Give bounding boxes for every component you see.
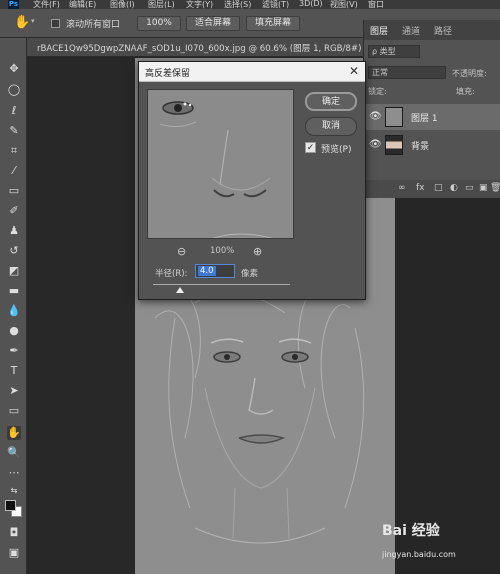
menu-filter[interactable]: 滤镜(T) xyxy=(262,0,289,9)
menu-select[interactable]: 选择(S) xyxy=(224,0,251,9)
radius-input[interactable]: 4.0 xyxy=(195,264,235,278)
foreground-color-swatch[interactable] xyxy=(5,500,16,511)
stamp-tool-icon[interactable]: ♟ xyxy=(7,224,21,238)
link-layers-icon[interactable]: ∞ xyxy=(398,183,406,193)
radius-label: 半径(R): xyxy=(155,269,188,279)
dodge-tool-icon[interactable]: ● xyxy=(7,324,21,338)
move-tool-icon[interactable]: ✥ xyxy=(7,62,21,76)
menu-type[interactable]: 文字(Y) xyxy=(186,0,213,9)
fx-icon[interactable]: fx xyxy=(416,183,425,193)
menu-view[interactable]: 视图(V) xyxy=(330,0,358,9)
close-icon[interactable]: ✕ xyxy=(349,64,359,78)
pen-tool-icon[interactable]: ✒ xyxy=(7,344,21,358)
radius-value: 4.0 xyxy=(198,266,216,276)
fill-screen-button[interactable]: 填充屏幕 xyxy=(246,16,300,31)
fit-screen-button[interactable]: 适合屏幕 xyxy=(186,16,240,31)
quick-mask-icon[interactable]: ◘ xyxy=(7,526,21,540)
chevron-down-icon[interactable]: ▾ xyxy=(31,17,35,25)
adjustment-layer-icon[interactable]: ◐ xyxy=(450,183,458,193)
menu-edit[interactable]: 编辑(E) xyxy=(69,0,96,9)
scroll-all-windows-label: 滚动所有窗口 xyxy=(66,20,121,30)
menu-window[interactable]: 窗口 xyxy=(368,0,384,9)
history-brush-tool-icon[interactable]: ↺ xyxy=(7,244,21,258)
zoom-tool-icon[interactable]: 🔍 xyxy=(7,446,21,460)
layers-footer: ∞ fx □ ◐ ▭ ▣ 🗑 xyxy=(364,180,500,198)
eraser-tool-icon[interactable]: ◩ xyxy=(7,264,21,278)
type-tool-icon[interactable]: T xyxy=(7,364,21,378)
layer-name: 背景 xyxy=(411,142,430,152)
layer-row-background[interactable]: 👁 背景 xyxy=(364,132,500,158)
baidu-jingyan-watermark: Bai 经验 jingyan.baidu.com xyxy=(382,520,492,570)
preview-face-image xyxy=(148,90,293,238)
zoom-100-button[interactable]: 100% xyxy=(137,16,181,31)
tab-layers[interactable]: 图层 xyxy=(370,24,388,37)
radius-unit: 像素 xyxy=(241,269,259,279)
gradient-tool-icon[interactable]: ▬ xyxy=(7,284,21,298)
menu-bar: Ps 文件(F) 编辑(E) 图像(I) 图层(L) 文字(Y) 选择(S) 滤… xyxy=(0,0,500,9)
menu-layer[interactable]: 图层(L) xyxy=(148,0,175,9)
eye-icon[interactable]: 👁 xyxy=(369,111,382,122)
opacity-label: 不透明度: xyxy=(452,69,487,78)
document-tab[interactable]: rBACE1Qw95DgwpZNAAF_sOD1u_I070_600x.jpg … xyxy=(27,38,368,57)
lasso-tool-icon[interactable]: ℓ xyxy=(7,104,21,118)
tab-paths[interactable]: 路径 xyxy=(434,24,452,37)
hand-tool-active-icon[interactable]: ✋ xyxy=(7,426,21,440)
menu-file[interactable]: 文件(F) xyxy=(33,0,60,9)
zoom-out-icon[interactable]: ⊖ xyxy=(177,245,186,258)
layers-panel: 图层 通道 路径 ρ 类型 正常 不透明度: 锁定: 填充: 👁 图层 1 👁 … xyxy=(363,20,500,198)
brush-tool-icon[interactable]: ✐ xyxy=(7,204,21,218)
watermark-brand: Bai 经验 xyxy=(382,523,440,539)
fill-label: 填充: xyxy=(456,87,475,96)
scroll-all-windows-checkbox[interactable] xyxy=(51,19,60,28)
path-select-tool-icon[interactable]: ➤ xyxy=(7,384,21,398)
filter-preview[interactable] xyxy=(147,89,294,239)
tab-channels[interactable]: 通道 xyxy=(402,24,420,37)
layer-row-layer1[interactable]: 👁 图层 1 xyxy=(364,104,500,130)
trash-icon[interactable]: 🗑 xyxy=(490,183,500,193)
preview-zoom-value: 100% xyxy=(210,246,235,256)
healing-brush-tool-icon[interactable]: ▭ xyxy=(7,184,21,198)
layer-name: 图层 1 xyxy=(411,114,438,124)
high-pass-dialog: 高反差保留 ✕ 确定 取消 ✓ 预览(P) ⊖ 100% ⊕ 半径(R): 4.… xyxy=(138,61,366,300)
new-layer-icon[interactable]: ▣ xyxy=(479,183,488,193)
eye-icon[interactable]: 👁 xyxy=(369,139,382,150)
layer-mask-icon[interactable]: □ xyxy=(434,183,443,193)
blend-mode-select[interactable]: 正常 xyxy=(368,66,446,79)
crop-tool-icon[interactable]: ⌗ xyxy=(7,144,21,158)
eyedropper-tool-icon[interactable]: ⁄ xyxy=(7,164,21,178)
radius-slider-thumb[interactable] xyxy=(176,287,184,293)
layer-thumbnail xyxy=(385,135,403,155)
group-icon[interactable]: ▭ xyxy=(465,183,474,193)
zoom-in-icon[interactable]: ⊕ xyxy=(253,245,262,258)
marquee-tool-icon[interactable]: ◯ xyxy=(7,83,21,97)
watermark-url: jingyan.baidu.com xyxy=(382,550,456,559)
dialog-title: 高反差保留 xyxy=(145,69,191,79)
ok-button[interactable]: 确定 xyxy=(305,92,357,111)
photoshop-logo-icon: Ps xyxy=(8,0,19,9)
layer-filter-input[interactable]: ρ 类型 xyxy=(368,45,420,58)
lock-label: 锁定: xyxy=(368,87,387,96)
preview-checkbox[interactable]: ✓ xyxy=(305,142,316,153)
tools-panel: ✥ ◯ ℓ ✎ ⌗ ⁄ ▭ ✐ ♟ ↺ ◩ ▬ 💧 ● ✒ T ➤ ▭ ✋ 🔍 … xyxy=(0,38,27,574)
menu-3d[interactable]: 3D(D) xyxy=(299,0,323,8)
radius-slider-track[interactable] xyxy=(153,284,290,285)
screen-mode-icon[interactable]: ▣ xyxy=(7,546,21,560)
dialog-titlebar[interactable]: 高反差保留 ✕ xyxy=(139,62,365,82)
hand-tool-icon[interactable]: ✋ xyxy=(14,15,30,31)
blur-tool-icon[interactable]: 💧 xyxy=(7,304,21,318)
layer-thumbnail xyxy=(385,107,403,127)
more-tools-icon[interactable]: ⋯ xyxy=(7,466,21,480)
rectangle-tool-icon[interactable]: ▭ xyxy=(7,404,21,418)
quick-select-tool-icon[interactable]: ✎ xyxy=(7,124,21,138)
document-title: rBACE1Qw95DgwpZNAAF_sOD1u_I070_600x.jpg … xyxy=(37,44,369,54)
swap-colors-icon[interactable]: ⇆ xyxy=(7,484,21,498)
menu-image[interactable]: 图像(I) xyxy=(110,0,135,9)
panel-tabs: 图层 通道 路径 xyxy=(364,20,500,40)
preview-label: 预览(P) xyxy=(321,145,352,155)
cancel-button[interactable]: 取消 xyxy=(305,117,357,136)
